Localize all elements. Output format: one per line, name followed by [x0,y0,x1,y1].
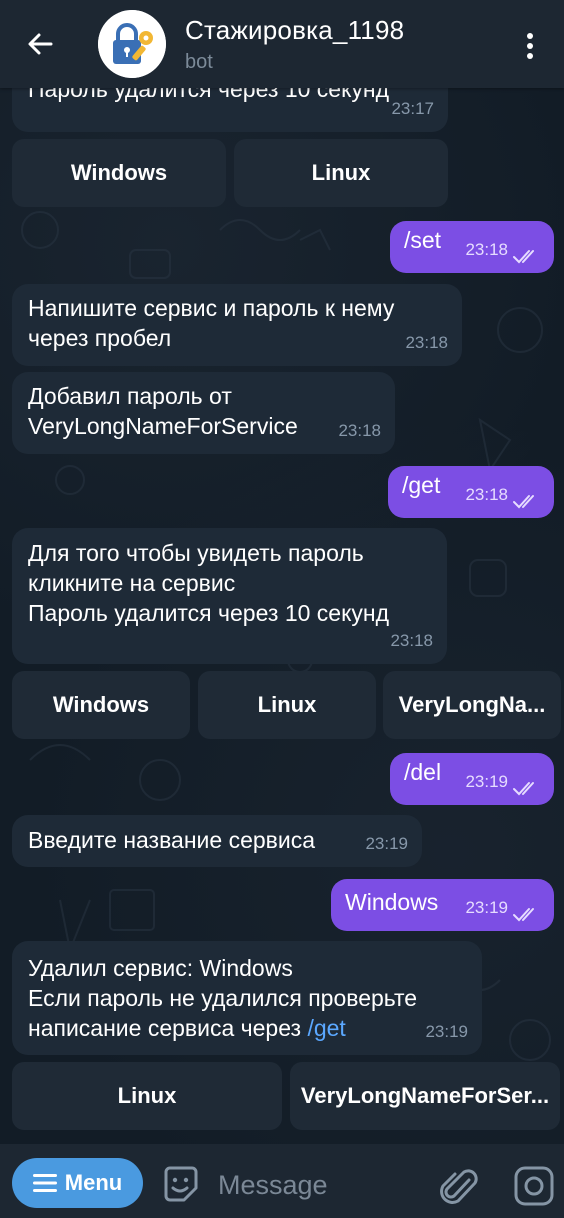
message-time: 23:18 [465,485,508,504]
chat-subtitle: bot [185,51,213,73]
message-input[interactable] [218,1164,418,1206]
inline-button-verylongname[interactable]: VeryLongNa... [383,671,561,739]
message-outgoing[interactable]: Windows 23:19 [331,879,554,931]
message-text: Добавил пароль от VeryLongNameForService [28,383,298,439]
back-button[interactable] [20,24,60,64]
bot-avatar[interactable] [98,10,166,78]
inline-button-windows[interactable]: Windows [12,671,190,739]
message-outgoing[interactable]: /get 23:18 [388,466,554,518]
message-time: 23:18 [465,240,508,259]
menu-icon [32,1174,57,1192]
message-incoming[interactable]: Для того чтобы увидеть пароль кликните н… [12,528,447,664]
inline-button-linux[interactable]: Linux [234,139,448,207]
message-text: Введите название сервиса [28,827,316,853]
message-outgoing[interactable]: /set 23:18 [390,221,554,273]
double-check-icon [513,250,534,264]
double-check-icon [513,908,534,922]
message-incoming[interactable]: Напишите сервис и пароль к нему через пр… [12,284,462,366]
message-text: Удалил сервис: Windows Если пароль не уд… [28,953,466,1043]
message-incoming[interactable]: Удалил сервис: Windows Если пароль не уд… [12,941,482,1055]
sticker-emoji-icon[interactable] [160,1164,202,1206]
message-incoming[interactable]: Добавил пароль от VeryLongNameForService… [12,372,395,454]
arrow-left-icon [28,33,53,55]
message-text-body: Удалил сервис: Windows Если пароль не уд… [28,955,418,1041]
more-vertical-icon [527,33,533,59]
lock-key-icon [98,10,166,78]
inline-button-linux[interactable]: Linux [12,1062,282,1130]
message-time: 23:19 [465,772,508,791]
message-outgoing[interactable]: /del 23:19 [390,753,554,805]
chat-header: Стажировка_1198 bot [0,0,564,88]
more-options-button[interactable] [510,26,550,66]
message-time: 23:19 [365,834,408,853]
message-incoming[interactable]: Введите название сервиса 23:19 [12,815,422,867]
message-text: Windows [345,889,439,915]
message-text: Напишите сервис и пароль к нему через пр… [28,295,395,351]
inline-button-windows[interactable]: Windows [12,139,226,207]
message-time: 23:19 [465,898,508,917]
message-time: 23:17 [391,99,434,118]
bot-menu-button[interactable]: Menu [12,1158,143,1208]
chat-title[interactable]: Стажировка_1198 [185,15,404,46]
inline-button-linux[interactable]: Linux [198,671,376,739]
message-time: 23:18 [338,421,381,440]
double-check-icon [513,495,534,509]
paperclip-icon[interactable] [437,1164,479,1208]
command-link-get[interactable]: /get [307,1015,345,1041]
message-input-bar: Menu [0,1144,564,1218]
inline-button-verylongname[interactable]: VeryLongNameForSer... [290,1062,560,1130]
message-time: 23:18 [390,631,433,650]
message-time: 23:18 [405,333,448,352]
double-check-icon [513,782,534,796]
menu-button-label: Menu [64,1170,123,1195]
message-text: Для того чтобы увидеть пароль кликните н… [28,540,390,626]
camera-icon[interactable] [512,1164,556,1208]
message-time: 23:19 [425,1022,468,1041]
